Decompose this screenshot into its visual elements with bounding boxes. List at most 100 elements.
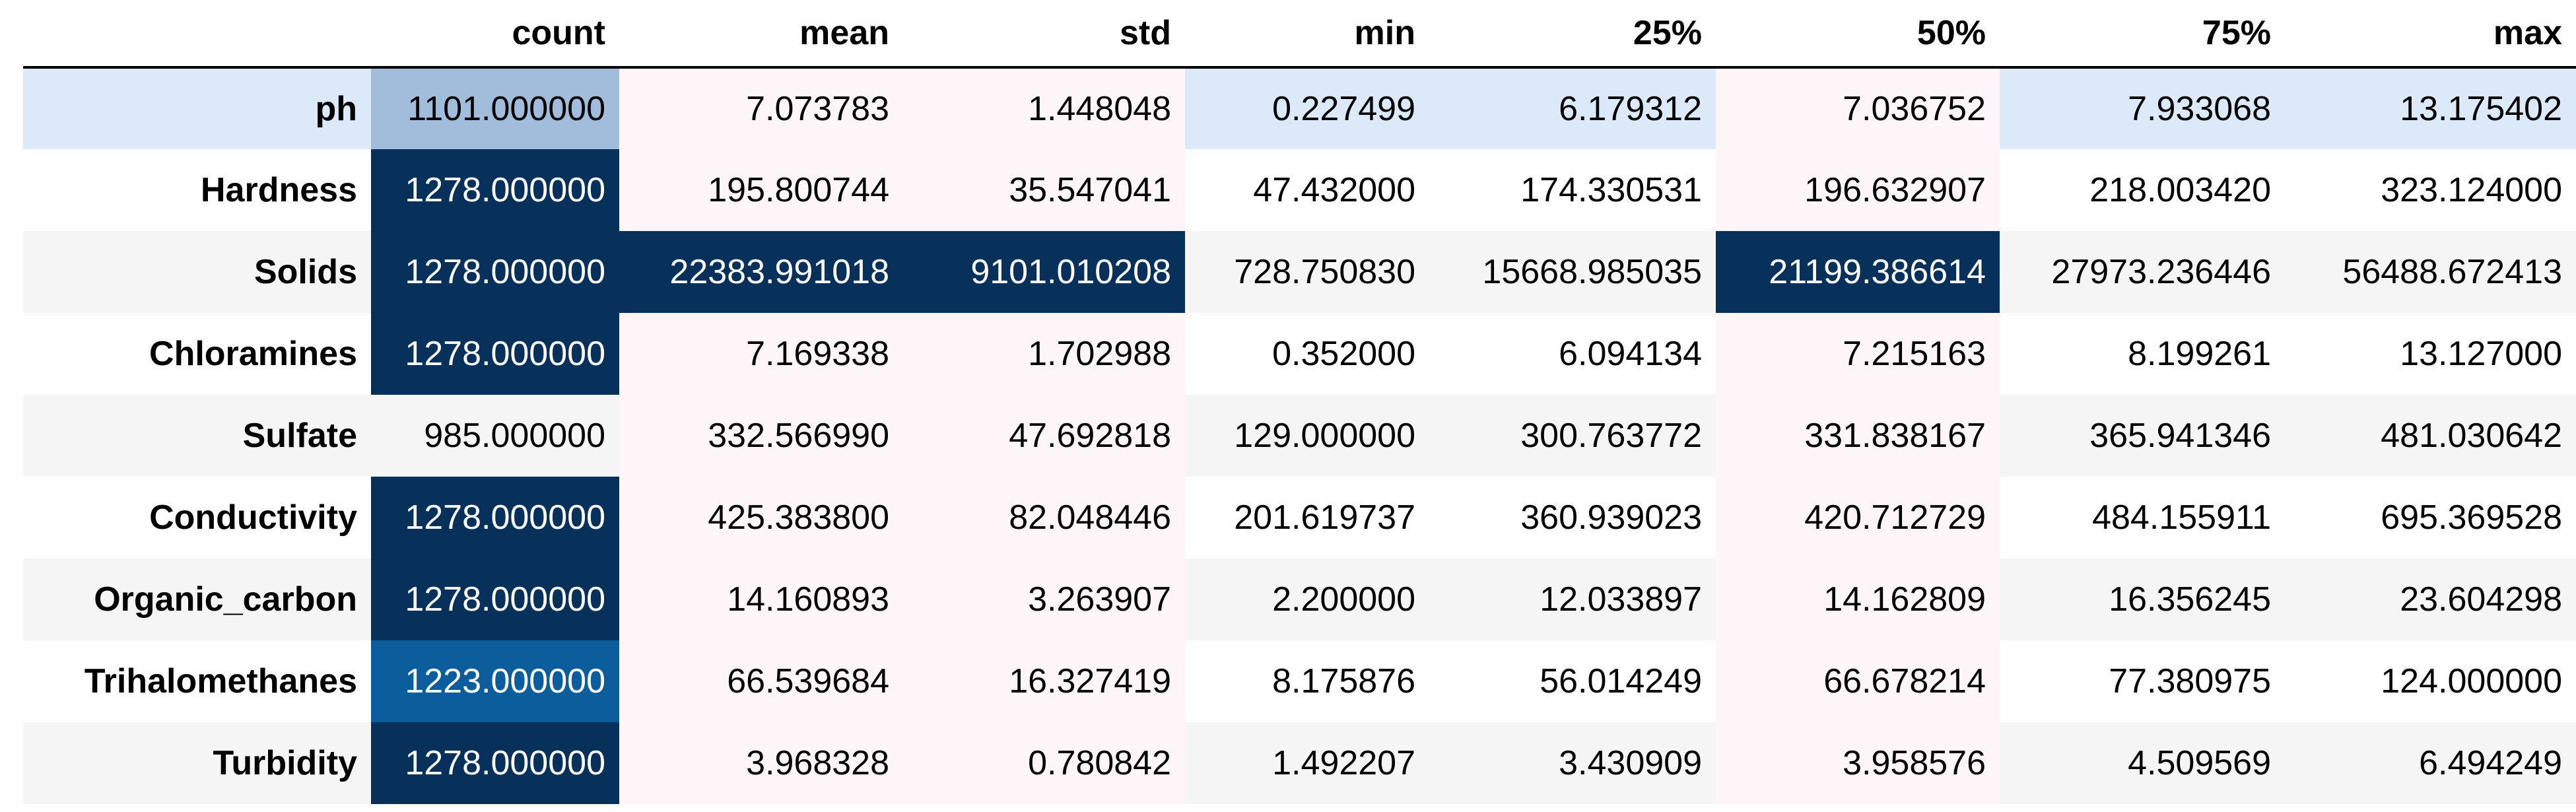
table-cell: 1.448048 — [903, 67, 1185, 149]
table-row: Chloramines 1278.000000 7.169338 1.702988 0.… — [23, 313, 2576, 395]
header-row: count mean std min 25% 50% 75% max — [23, 0, 2576, 69]
table-cell: 47.692818 — [903, 395, 1185, 477]
table-cell: 195.800744 — [619, 149, 903, 231]
table-cell: 22383.991018 — [619, 231, 903, 313]
table-cell: 6.179312 — [1429, 67, 1716, 149]
column-header: max — [2285, 0, 2576, 69]
table-cell: 1278.000000 — [371, 149, 619, 231]
table-cell: 332.566990 — [619, 395, 903, 477]
row-label: Conductivity — [149, 498, 357, 537]
table-cell: 8.175876 — [1185, 640, 1429, 722]
table-cell: 174.330531 — [1429, 149, 1716, 231]
table-cell: 0.780842 — [903, 722, 1185, 804]
table-cell: 66.539684 — [619, 640, 903, 722]
table-cell: 365.941346 — [2000, 395, 2285, 477]
table-cell: 7.169338 — [619, 313, 903, 395]
table-cell: 14.162809 — [1716, 558, 2000, 640]
table-cell: 21199.386614 — [1716, 231, 2000, 313]
column-header: 50% — [1716, 0, 2000, 69]
table-cell: 47.432000 — [1185, 149, 1429, 231]
table-cell: 360.939023 — [1429, 477, 1716, 558]
table-cell: 8.199261 — [2000, 313, 2285, 395]
column-header: 75% — [2000, 0, 2285, 69]
column-header: mean — [619, 0, 903, 69]
table-cell: 23.604298 — [2285, 558, 2576, 640]
column-header: std — [903, 0, 1185, 69]
table-cell: 12.033897 — [1429, 558, 1716, 640]
table-cell: 1278.000000 — [371, 477, 619, 558]
row-label: Turbidity — [213, 744, 357, 782]
table-cell: 1278.000000 — [371, 722, 619, 804]
describe-table-frame: count mean std min 25% 50% 75% max ph 110… — [0, 0, 2576, 812]
table-cell: 16.356245 — [2000, 558, 2285, 640]
table-cell: 7.036752 — [1716, 67, 2000, 149]
table-cell: 7.215163 — [1716, 313, 2000, 395]
table-cell: 7.933068 — [2000, 67, 2285, 149]
table-cell: 420.712729 — [1716, 477, 2000, 558]
table-cell: 0.227499 — [1185, 67, 1429, 149]
table-cell: 56.014249 — [1429, 640, 1716, 722]
table-row: Hardness 1278.000000 195.800744 35.547041 47… — [23, 149, 2576, 231]
table-cell: 35.547041 — [903, 149, 1185, 231]
row-label: Sulfate — [242, 417, 357, 455]
table-cell: 129.000000 — [1185, 395, 1429, 477]
index-header — [23, 0, 371, 69]
table-cell: 1101.000000 — [371, 67, 619, 149]
table-cell: 66.678214 — [1716, 640, 2000, 722]
table-cell: 1.492207 — [1185, 722, 1429, 804]
table-cell: 13.175402 — [2285, 67, 2576, 149]
row-label: ph — [315, 90, 357, 128]
row-label: Organic_carbon — [94, 580, 357, 619]
table-row: Turbidity 1278.000000 3.968328 0.780842 1.49… — [23, 722, 2576, 804]
table-cell: 82.048446 — [903, 477, 1185, 558]
table-cell: 3.958576 — [1716, 722, 2000, 804]
table-cell: 323.124000 — [2285, 149, 2576, 231]
table-cell: 695.369528 — [2285, 477, 2576, 558]
table-cell: 3.263907 — [903, 558, 1185, 640]
table-cell: 985.000000 — [371, 395, 619, 477]
statistics-table: count mean std min 25% 50% 75% max ph 110… — [23, 0, 2576, 804]
table-cell: 201.619737 — [1185, 477, 1429, 558]
column-header: min — [1185, 0, 1429, 69]
table-cell: 1278.000000 — [371, 313, 619, 395]
table-cell: 14.160893 — [619, 558, 903, 640]
table-cell: 1278.000000 — [371, 231, 619, 313]
table-cell: 77.380975 — [2000, 640, 2285, 722]
table-cell: 2.200000 — [1185, 558, 1429, 640]
table-row: Sulfate 985.000000 332.566990 47.692818 129.… — [23, 395, 2576, 477]
table-cell: 218.003420 — [2000, 149, 2285, 231]
table-cell: 13.127000 — [2285, 313, 2576, 395]
table-cell: 1223.000000 — [371, 640, 619, 722]
table-cell: 56488.672413 — [2285, 231, 2576, 313]
table-cell: 4.509569 — [2000, 722, 2285, 804]
table-cell: 15668.985035 — [1429, 231, 1716, 313]
table-cell: 0.352000 — [1185, 313, 1429, 395]
table-cell: 300.763772 — [1429, 395, 1716, 477]
table-cell: 9101.010208 — [903, 231, 1185, 313]
table-cell: 16.327419 — [903, 640, 1185, 722]
row-label: Chloramines — [149, 335, 357, 373]
table-cell: 481.030642 — [2285, 395, 2576, 477]
table-cell: 27973.236446 — [2000, 231, 2285, 313]
table-cell: 3.968328 — [619, 722, 903, 804]
table-cell: 6.494249 — [2285, 722, 2576, 804]
table-cell: 728.750830 — [1185, 231, 1429, 313]
table-cell: 124.000000 — [2285, 640, 2576, 722]
row-label: Trihalomethanes — [84, 662, 357, 700]
table-row: Organic_carbon 1278.000000 14.160893 3.2639… — [23, 558, 2576, 640]
table-row: Conductivity 1278.000000 425.383800 82.0484… — [23, 477, 2576, 558]
table-row: Solids 1278.000000 22383.991018 9101.010208… — [23, 231, 2576, 313]
table-cell: 196.632907 — [1716, 149, 2000, 231]
table-body: ph 1101.000000 7.073783 1.448048 0.227499 6.1… — [23, 67, 2576, 804]
table-row: Trihalomethanes 1223.000000 66.539684 16.32… — [23, 640, 2576, 722]
table-cell: 1.702988 — [903, 313, 1185, 395]
table-cell: 425.383800 — [619, 477, 903, 558]
table-cell: 3.430909 — [1429, 722, 1716, 804]
table-cell: 7.073783 — [619, 67, 903, 149]
table-cell: 484.155911 — [2000, 477, 2285, 558]
row-label: Hardness — [201, 171, 357, 209]
column-header: count — [371, 0, 619, 69]
table-cell: 6.094134 — [1429, 313, 1716, 395]
table-row: ph 1101.000000 7.073783 1.448048 0.227499 6.1… — [23, 67, 2576, 149]
row-label: Solids — [254, 253, 357, 291]
